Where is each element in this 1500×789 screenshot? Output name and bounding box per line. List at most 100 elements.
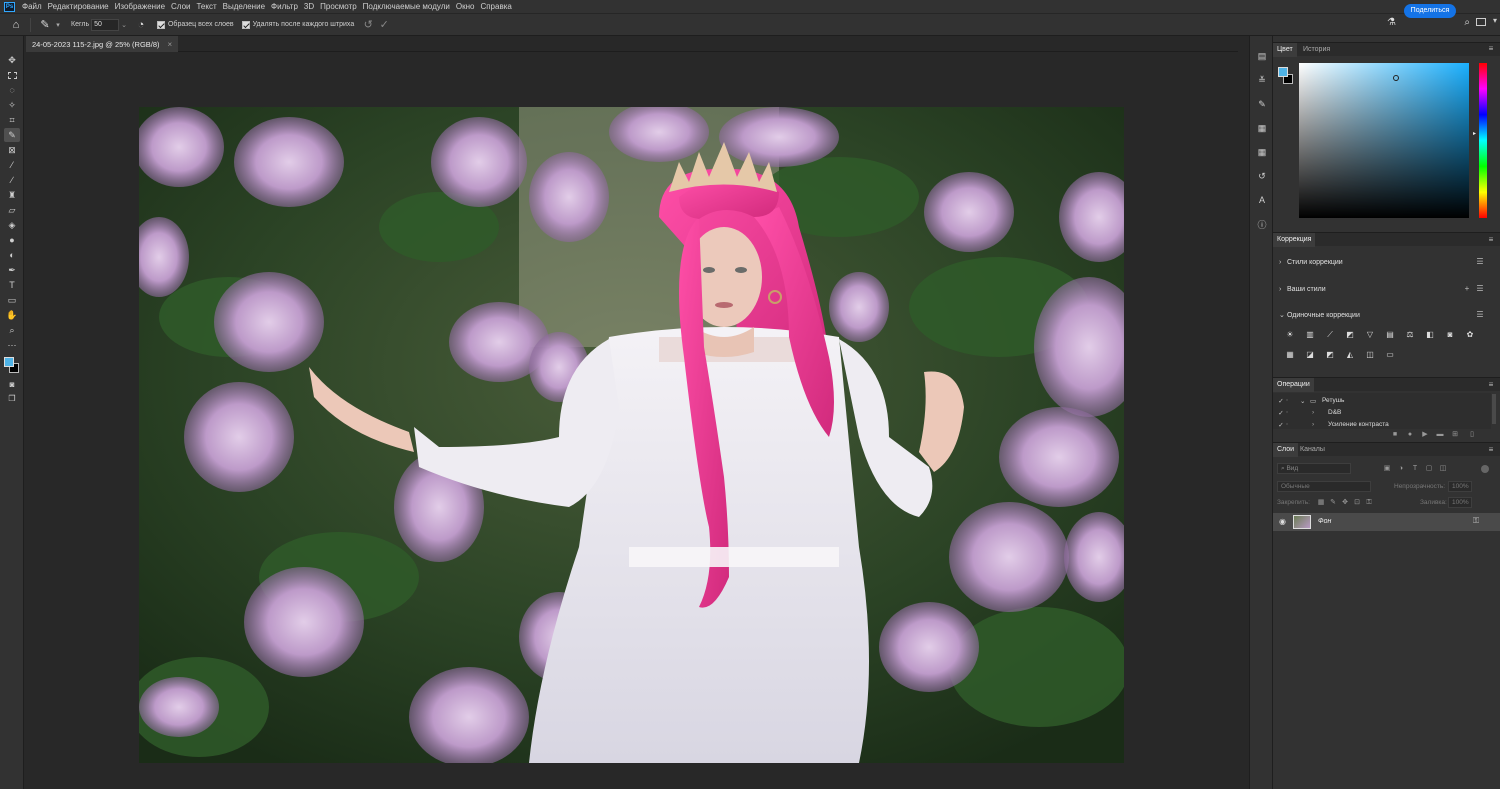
channel-mixer-icon[interactable]: ✿ — [1465, 330, 1475, 340]
hue-saturation-icon[interactable]: ▤ — [1385, 330, 1395, 340]
marquee-tool-icon[interactable] — [4, 68, 20, 82]
zoom-tool-icon[interactable]: ⌕ — [4, 323, 20, 337]
layer-filter-input[interactable]: ⌕ Вид — [1277, 463, 1351, 474]
filter-toggle[interactable] — [1481, 465, 1489, 473]
menu-window[interactable]: Окно — [453, 2, 478, 11]
filter-shape-icon[interactable]: ▢ — [1425, 465, 1433, 473]
close-tab-icon[interactable]: × — [168, 40, 173, 49]
menu-view[interactable]: Просмотр — [317, 2, 360, 11]
chevron-right-icon[interactable]: › — [1312, 421, 1328, 428]
black-white-icon[interactable]: ◧ — [1425, 330, 1435, 340]
properties-panel-icon[interactable]: ▤ — [1256, 50, 1268, 62]
check-icon[interactable]: ✓ — [1276, 397, 1286, 405]
photo-filter-icon[interactable]: ◙ — [1445, 330, 1455, 340]
size-input[interactable]: 50 — [91, 18, 120, 31]
menu-image[interactable]: Изображение — [112, 2, 168, 11]
dialog-toggle-icon[interactable]: ▫ — [1286, 397, 1300, 404]
swatches-panel-icon[interactable]: ▦ — [1256, 122, 1268, 134]
action-row[interactable]: ✓ ▫ › D&B — [1273, 407, 1493, 418]
trash-icon[interactable]: ▯ — [1468, 431, 1476, 439]
eyedropper-tool-icon[interactable]: ⁄ — [4, 158, 20, 172]
eraser-tool-icon[interactable]: ▱ — [4, 203, 20, 217]
check-icon[interactable]: ✓ — [1276, 421, 1286, 429]
chevron-right-icon[interactable]: › — [1312, 409, 1328, 416]
menu-3d[interactable]: 3D — [301, 2, 317, 11]
section-single-adjustments[interactable]: ⌄ Одиночные коррекции — [1279, 309, 1360, 321]
hue-slider[interactable] — [1479, 63, 1487, 218]
tab-color[interactable]: Цвет — [1273, 43, 1297, 57]
spot-healing-tool-icon[interactable]: ✎ — [4, 128, 20, 142]
lock-pixels-icon[interactable]: ✎ — [1329, 499, 1337, 507]
size-dropdown-icon[interactable]: ⌄ — [121, 21, 127, 29]
list-view-icon[interactable]: ☰ — [1476, 258, 1484, 266]
stop-icon[interactable]: ■ — [1391, 431, 1399, 439]
check-icon[interactable]: ✓ — [376, 17, 392, 33]
color-field[interactable] — [1299, 63, 1469, 218]
levels-icon[interactable]: ▥ — [1305, 330, 1315, 340]
patterns-panel-icon[interactable]: ▦ — [1256, 146, 1268, 158]
color-fg-swatch[interactable] — [1278, 67, 1288, 77]
dialog-toggle-icon[interactable]: ▫ — [1286, 421, 1300, 428]
flask-icon[interactable]: ⚗ — [1387, 17, 1396, 28]
exposure-icon[interactable]: ◩ — [1345, 330, 1355, 340]
actions-panel-menu-icon[interactable]: ≡ — [1487, 381, 1495, 389]
filter-type-icon[interactable]: T — [1411, 465, 1419, 473]
filter-adjustment-icon[interactable]: ◑ — [1397, 465, 1405, 473]
stamp-tool-icon[interactable]: ♜ — [4, 188, 20, 202]
chevron-down-icon[interactable]: ⌄ — [1300, 397, 1310, 405]
info-panel-icon[interactable]: ⓘ — [1256, 218, 1268, 230]
layer-row[interactable]: ◉ Фон ⚿ — [1273, 513, 1500, 531]
new-action-icon[interactable]: ⊞ — [1451, 431, 1459, 439]
adjustments-panel-menu-icon[interactable]: ≡ — [1487, 236, 1495, 244]
frame-tool-icon[interactable]: ⊠ — [4, 143, 20, 157]
tab-channels[interactable]: Каналы — [1296, 443, 1329, 457]
opacity-input[interactable]: 100% — [1448, 481, 1472, 492]
pen-tool-icon[interactable]: ✒ — [4, 263, 20, 277]
tab-history[interactable]: История — [1299, 43, 1334, 57]
brightness-icon[interactable]: ☀ — [1285, 330, 1295, 340]
new-set-icon[interactable]: ▬ — [1436, 431, 1444, 439]
dialog-toggle-icon[interactable]: ▫ — [1286, 409, 1300, 416]
record-icon[interactable]: ● — [1406, 431, 1414, 439]
paint-bucket-tool-icon[interactable]: ◈ — [4, 218, 20, 232]
glyphs-panel-icon[interactable]: A — [1256, 194, 1268, 206]
menu-filter[interactable]: Фильтр — [268, 2, 301, 11]
curves-icon[interactable]: ⟋ — [1325, 330, 1335, 340]
workspace-chevron-icon[interactable]: ▾ — [1493, 16, 1497, 25]
filter-smart-icon[interactable]: ◫ — [1439, 465, 1447, 473]
app-logo[interactable]: Ps — [4, 1, 15, 12]
color-swatches[interactable] — [3, 355, 21, 373]
type-tool-icon[interactable]: T — [4, 278, 20, 292]
pressure-icon[interactable]: ◔ — [133, 17, 149, 33]
section-your-presets[interactable]: › Ваши стили — [1279, 283, 1326, 295]
layer-name[interactable]: Фон — [1318, 518, 1331, 525]
photo-canvas[interactable] — [139, 107, 1124, 763]
list-view-icon[interactable]: ☰ — [1476, 311, 1484, 319]
list-view-icon[interactable]: ☰ — [1476, 285, 1484, 293]
blur-tool-icon[interactable]: ● — [4, 233, 20, 247]
lasso-tool-icon[interactable]: ◌ — [4, 83, 20, 97]
hand-tool-icon[interactable]: ✋ — [4, 308, 20, 322]
posterize-icon[interactable]: ◩ — [1325, 350, 1335, 360]
play-icon[interactable]: ▶ — [1421, 431, 1429, 439]
add-preset-icon[interactable]: + — [1463, 285, 1471, 293]
share-button[interactable]: Поделиться — [1404, 4, 1456, 18]
quick-mask-icon[interactable]: ◙ — [4, 377, 20, 391]
quick-select-tool-icon[interactable]: ✧ — [4, 98, 20, 112]
menu-plugins[interactable]: Подключаемые модули — [360, 2, 453, 11]
color-panel-menu-icon[interactable]: ≡ — [1487, 45, 1495, 53]
chevron-down-icon[interactable]: ▾ — [53, 17, 63, 33]
lock-transparent-icon[interactable]: ▦ — [1317, 499, 1325, 507]
delete-after-checkbox[interactable] — [241, 20, 250, 29]
more-tools-icon[interactable]: ⋯ — [4, 338, 20, 352]
history-panel-icon[interactable]: ↺ — [1256, 170, 1268, 182]
invert-icon[interactable]: ◪ — [1305, 350, 1315, 360]
selective-color-icon[interactable]: ◫ — [1365, 350, 1375, 360]
threshold-icon[interactable]: ◭ — [1345, 350, 1355, 360]
eye-icon[interactable]: ◉ — [1279, 517, 1286, 526]
move-tool-icon[interactable]: ✥ — [4, 53, 20, 67]
menu-select[interactable]: Выделение — [220, 2, 268, 11]
lock-artboard-icon[interactable]: ⊡ — [1353, 499, 1361, 507]
sample-all-checkbox[interactable] — [156, 20, 165, 29]
foreground-color-swatch[interactable] — [4, 357, 14, 367]
